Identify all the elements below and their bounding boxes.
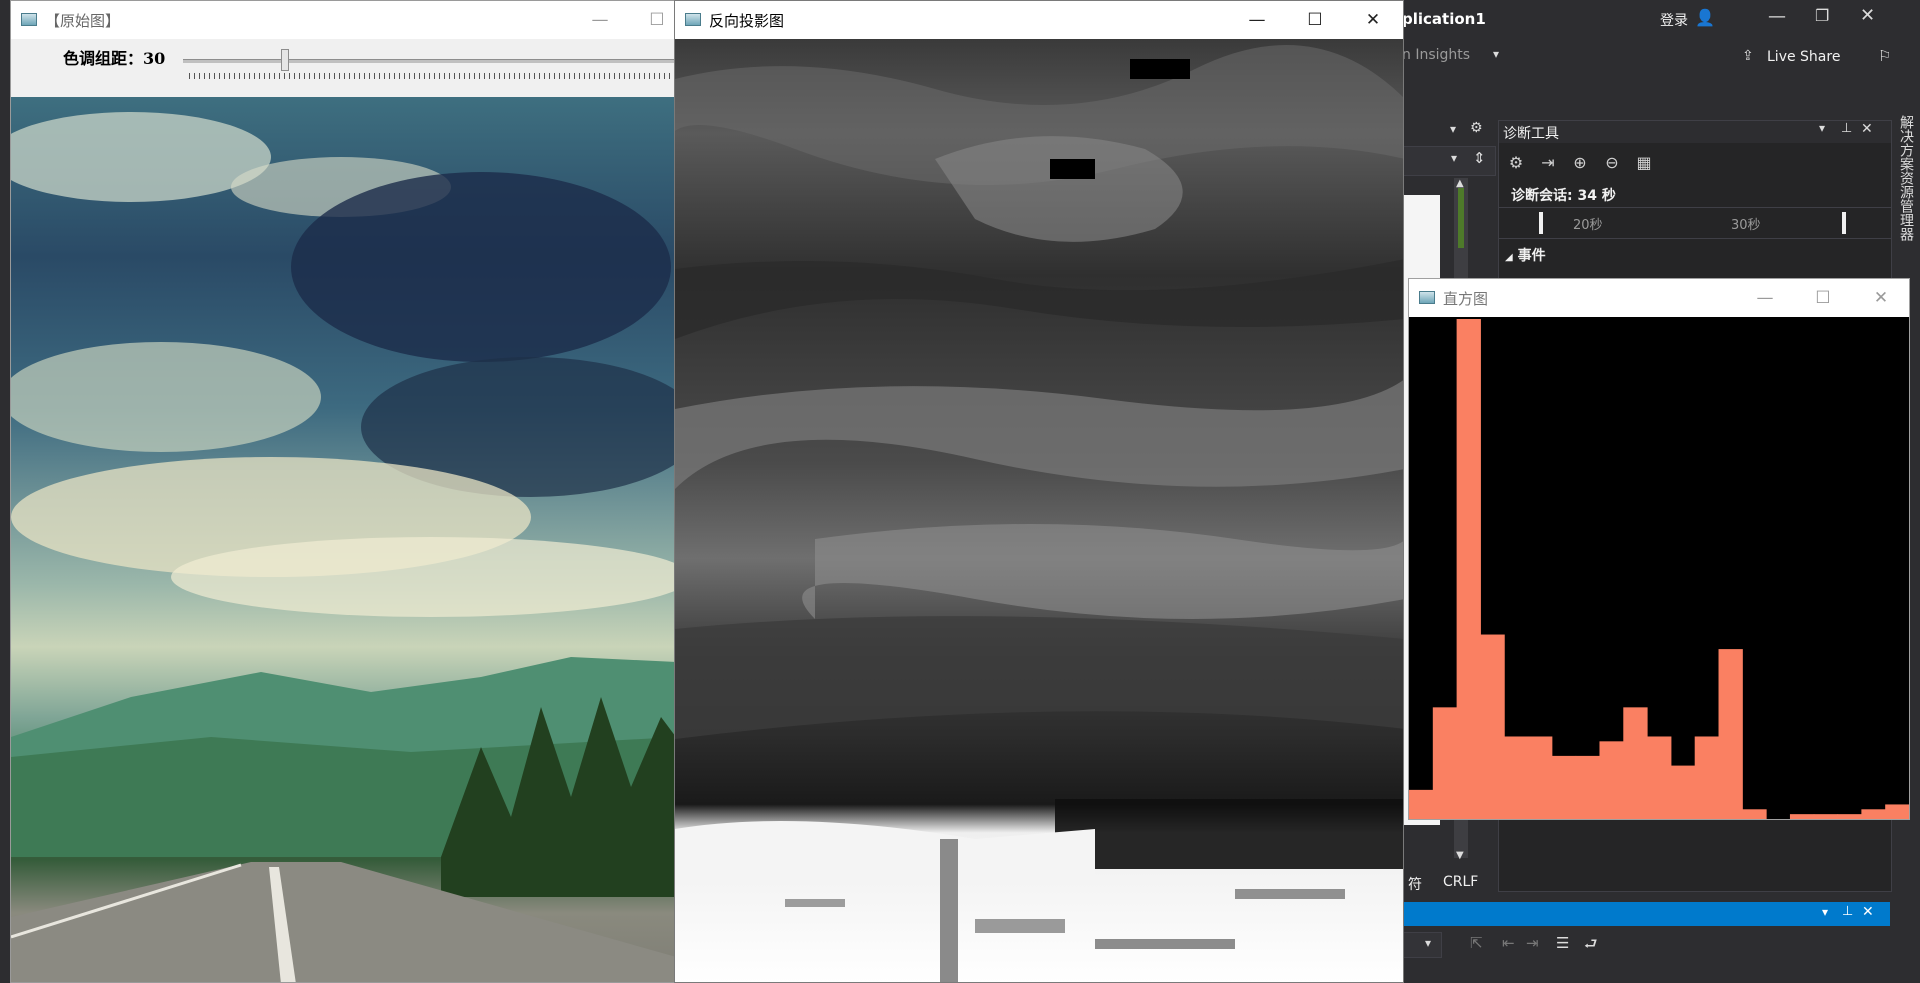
status-fragment: 符 [1408,877,1422,893]
ruler-tick-label: 20秒 [1573,218,1603,233]
user-add-icon[interactable]: 👤 [1695,8,1715,27]
prev-message-icon[interactable]: ⇤ [1502,934,1515,952]
close-button[interactable]: ✕ [1344,1,1402,39]
histogram-window[interactable]: 直方图 — ☐ ✕ [1408,278,1910,820]
histogram-canvas [1409,317,1909,819]
left-panel-header: ▾ ⚙ [1400,120,1494,142]
histogram-bar [1647,736,1672,819]
minimize-button[interactable]: — [1736,279,1794,317]
window-title: 直方图 [1443,290,1489,308]
chevron-down-icon[interactable]: ▾ [1822,905,1828,919]
histogram-bar [1504,736,1529,819]
original-image-window[interactable]: 【原始图】 — ☐ 色调组距：30 [10,0,675,983]
trackbar-label: 色调组距：30 [63,49,166,68]
window-title: 反向投影图 [709,12,785,30]
back-projection-window[interactable]: 反向投影图 — ☐ ✕ [674,0,1404,983]
histogram-bar [1432,707,1458,819]
histogram-bar [1837,814,1862,819]
chevron-down-icon[interactable]: ▾ [1450,122,1456,136]
settings-icon[interactable]: ⚙ [1503,149,1529,175]
original-image [11,97,674,982]
pin-icon[interactable]: ⊥ [1841,121,1852,136]
share-icon[interactable]: ⇪ [1742,48,1754,64]
back-projection-image [675,39,1403,982]
histogram-bar [1528,736,1553,819]
histogram-bar [1861,809,1886,819]
histogram-bar [1575,755,1600,819]
vs-minimize-button[interactable]: — [1768,6,1786,27]
chevron-down-icon[interactable]: ▾ [1819,121,1825,135]
vs-login-link[interactable]: 登录 [1660,10,1688,30]
line-ending-indicator[interactable]: CRLF [1443,874,1478,890]
output-toolbar: ▾ ⇱ ⇤ ⇥ ☰ ⮐ [1390,930,1890,960]
minimize-button[interactable]: — [571,1,629,39]
gear-icon[interactable]: ⚙ [1470,120,1483,136]
expand-triangle-icon: ◢ [1505,252,1513,263]
maximize-button[interactable]: ☐ [628,1,674,39]
word-wrap-icon[interactable]: ⮐ [1584,934,1598,959]
scroll-down-arrow[interactable]: ▼ [1456,850,1464,861]
timeline-ruler[interactable]: 20秒 30秒 [1499,207,1891,239]
pin-icon[interactable]: ⊥ [1842,904,1853,919]
scroll-up-arrow[interactable]: ▲ [1456,178,1464,189]
diagnostic-tools-title: 诊断工具 [1503,126,1559,142]
close-icon[interactable]: ✕ [1862,904,1874,920]
trackbar-ticks [189,73,674,79]
diag-session-label: 诊断会话: 34 秒 [1511,188,1616,204]
histogram-bar [1813,814,1839,819]
ruler-tick-label: 30秒 [1731,218,1761,233]
histogram-bar [1456,319,1481,819]
vs-close-button[interactable]: ✕ [1860,5,1875,26]
window-titlebar[interactable]: 【原始图】 — ☐ [11,1,674,39]
trackbar-panel: 色调组距：30 [11,39,674,98]
next-message-icon[interactable]: ⇥ [1526,934,1539,952]
clear-all-icon[interactable]: ☰ [1556,934,1569,952]
vs-insights-fragment[interactable]: n Insights [1402,47,1470,63]
app-icon [685,13,701,26]
histogram-bar [1551,755,1577,819]
histogram-bar [1742,809,1767,819]
histogram-bar [1599,741,1624,819]
histogram-bar [1670,765,1696,819]
vs-project-title: plication1 [1402,10,1486,28]
chevron-down-icon[interactable]: ▾ [1493,47,1499,61]
diag-toolbar: ⚙ ⇥ ⊕ ⊖ ▦ [1503,149,1657,175]
left-panel-dropdown[interactable]: ▾ ⇕ [1400,146,1496,176]
histogram-bar [1789,814,1815,819]
close-icon[interactable]: ✕ [1861,121,1873,137]
timeline-end-handle[interactable] [1842,212,1846,234]
app-icon [1419,291,1435,304]
histogram-bar [1718,649,1743,819]
histogram-bar [1885,804,1909,819]
app-icon [21,13,37,26]
output-panel-header: ▾ ⊥ ✕ [1390,902,1890,926]
zoom-out-icon[interactable]: ⊖ [1599,149,1625,175]
events-label: 事件 [1517,248,1546,264]
histogram-bar [1623,707,1648,819]
histogram-bar [1409,789,1434,819]
window-titlebar[interactable]: 直方图 — ☐ ✕ [1409,279,1909,317]
maximize-button[interactable]: ☐ [1794,279,1852,317]
window-title: 【原始图】 [45,12,121,30]
chart-icon[interactable]: ▦ [1631,149,1657,175]
pin-split-icon[interactable]: ⇕ [1473,149,1486,167]
maximize-button[interactable]: ☐ [1286,1,1344,39]
trackbar-track[interactable] [183,59,674,63]
feedback-icon[interactable]: ⚐ [1878,47,1891,65]
vs-restore-button[interactable]: ❐ [1815,6,1829,25]
events-section-header[interactable]: ◢ 事件 [1505,245,1546,265]
trackbar-thumb[interactable] [281,49,289,71]
chevron-down-icon: ▾ [1451,151,1458,165]
chevron-down-icon: ▾ [1425,936,1432,950]
zoom-in-icon[interactable]: ⊕ [1567,149,1593,175]
live-share-button[interactable]: Live Share [1767,49,1840,65]
minimize-button[interactable]: — [1228,1,1286,39]
close-button[interactable]: ✕ [1852,279,1909,317]
histogram-bar [1694,736,1720,819]
export-icon[interactable]: ⇥ [1535,149,1561,175]
timeline-start-handle[interactable] [1539,212,1543,234]
window-titlebar[interactable]: 反向投影图 — ☐ ✕ [675,1,1403,39]
histogram-bar [1480,634,1505,819]
find-message-icon[interactable]: ⇱ [1470,934,1483,952]
